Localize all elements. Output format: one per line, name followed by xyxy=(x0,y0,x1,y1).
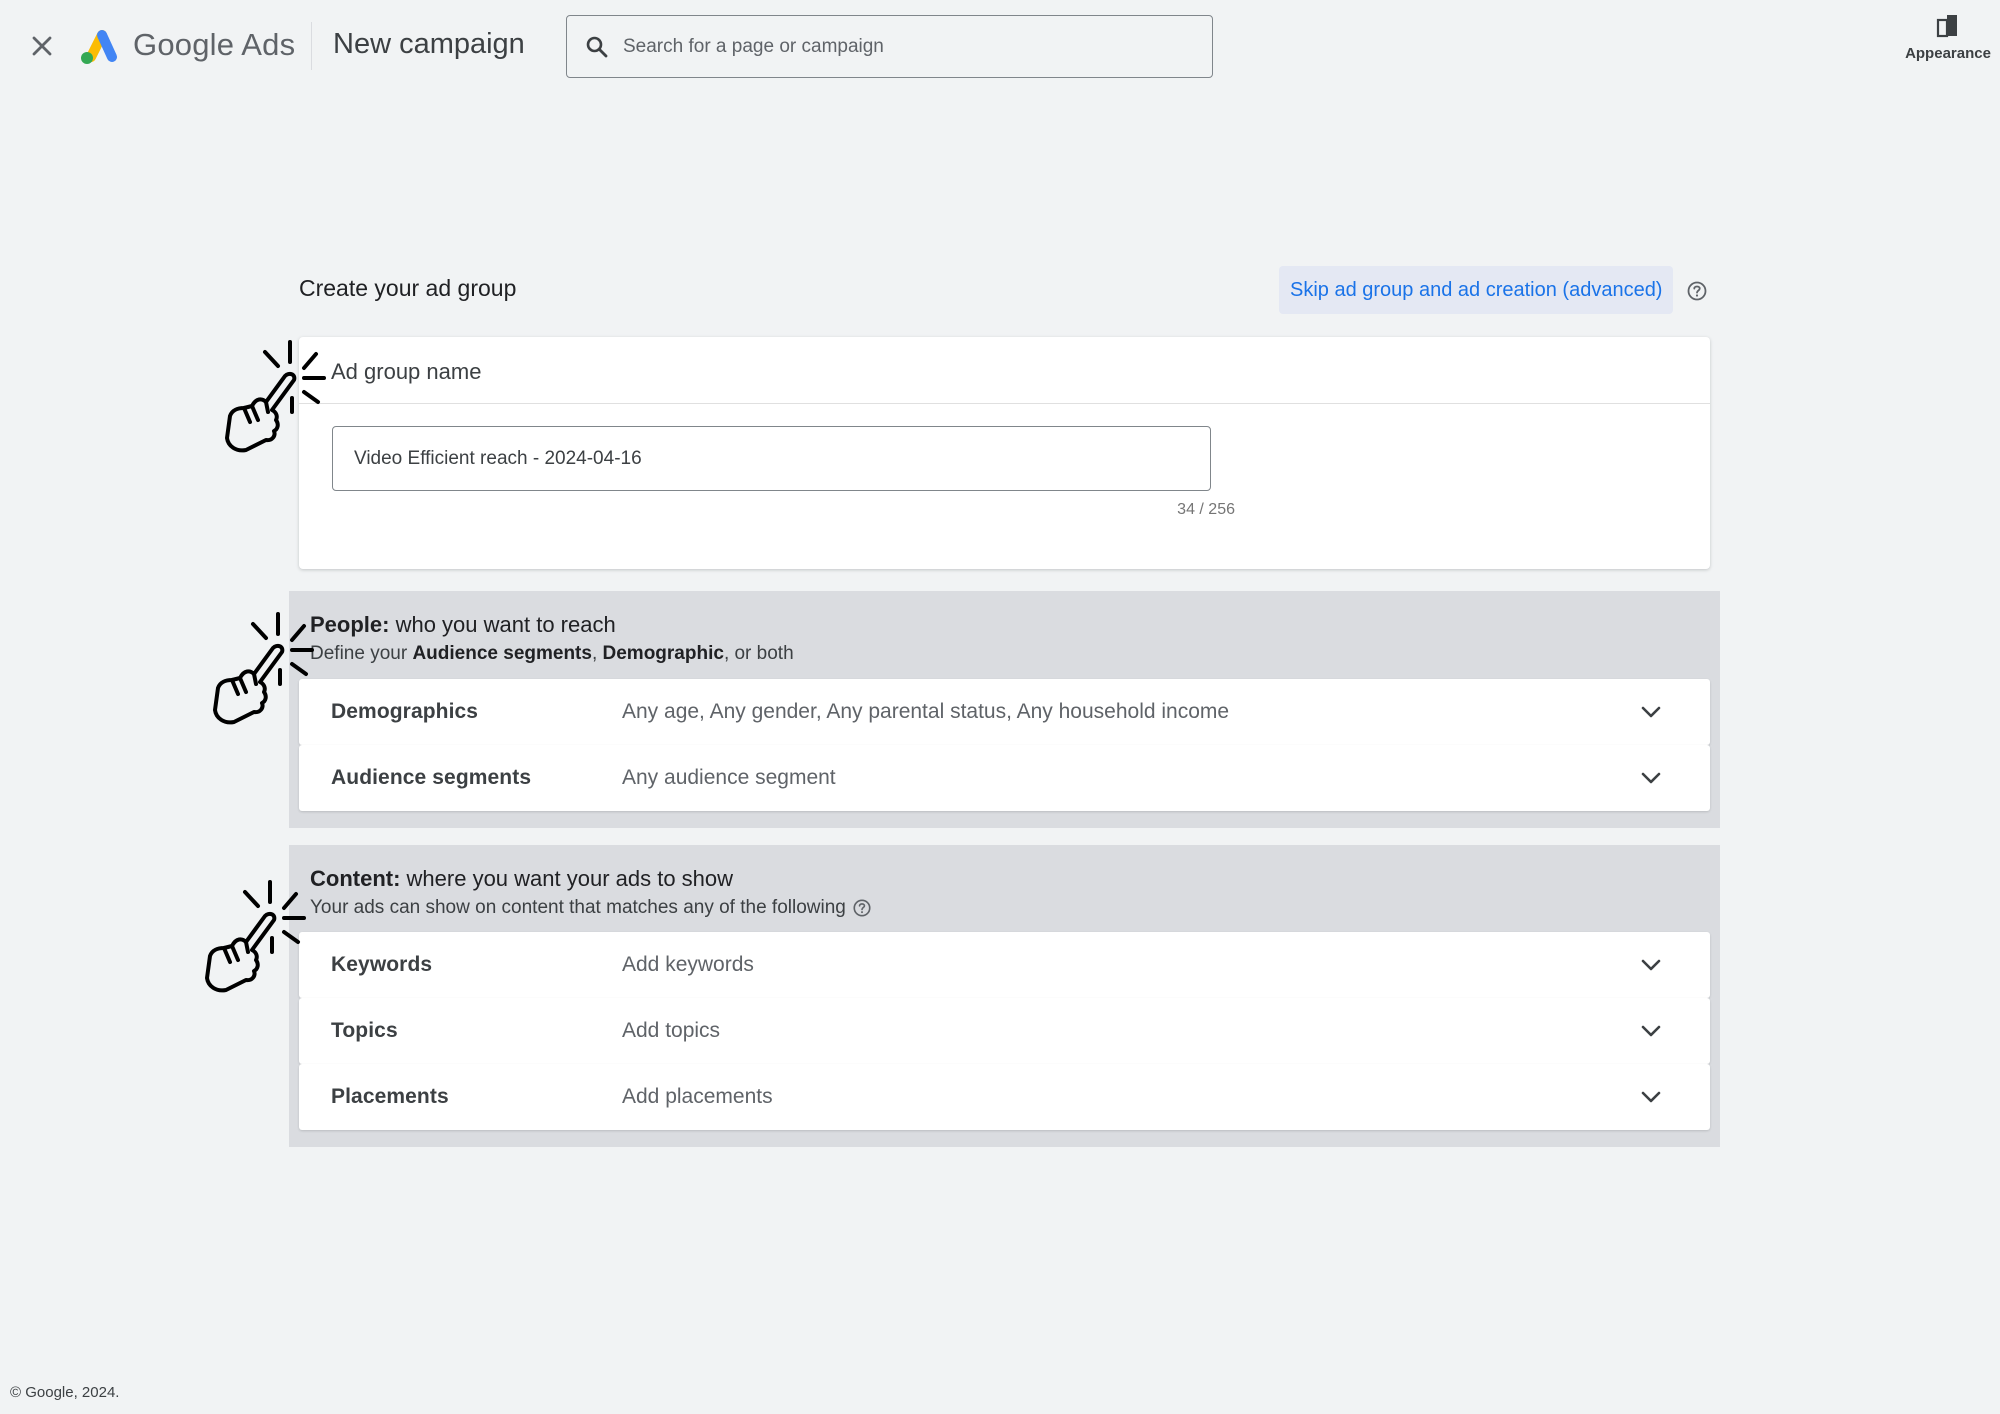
people-title-rest: who you want to reach xyxy=(389,612,616,637)
chevron-down-icon xyxy=(1641,706,1661,718)
help-icon[interactable] xyxy=(852,898,872,918)
keywords-row[interactable]: Keywords Add keywords xyxy=(299,932,1710,998)
content-title-rest: where you want your ads to show xyxy=(400,866,734,891)
char-counter: 34 / 256 xyxy=(1177,501,1235,518)
row-label: Topics xyxy=(331,1019,398,1042)
ad-group-name-title: Ad group name xyxy=(331,359,482,384)
chevron-down-icon xyxy=(1641,1091,1661,1103)
ad-group-name-input[interactable] xyxy=(332,426,1211,491)
row-value: Add keywords xyxy=(622,953,754,976)
row-label: Audience segments xyxy=(331,766,532,789)
people-sub-separator: , xyxy=(591,643,603,664)
people-section: People: who you want to reach Define you… xyxy=(289,591,1720,828)
header-divider xyxy=(311,22,312,70)
skip-ad-group-button[interactable]: Skip ad group and ad creation (advanced) xyxy=(1279,266,1674,314)
search-input[interactable] xyxy=(623,35,1183,58)
content-subtitle-text: Your ads can show on content that matche… xyxy=(310,897,846,918)
search-box[interactable] xyxy=(566,15,1213,78)
ad-group-name-card: Ad group name 34 / 256 xyxy=(299,337,1710,569)
close-icon xyxy=(32,36,52,56)
click-hand-icon xyxy=(205,880,306,993)
chevron-down-icon xyxy=(1641,1025,1661,1037)
copyright-footer: © Google, 2024. xyxy=(10,1384,120,1401)
people-sub-demographic: Demographic xyxy=(602,643,724,664)
click-hand-icon xyxy=(225,340,326,453)
people-sub-audience: Audience segments xyxy=(412,643,592,664)
row-label: Keywords xyxy=(331,953,433,976)
appearance-label: Appearance xyxy=(1905,45,1991,62)
content-title-bold: Content: xyxy=(310,866,401,891)
appearance-icon xyxy=(1936,15,1957,38)
google-ads-logo-icon xyxy=(81,30,117,64)
row-value: Any audience segment xyxy=(622,766,836,789)
click-hand-icon xyxy=(213,612,314,725)
appearance-button[interactable]: Appearance xyxy=(1900,12,1996,72)
row-value: Add topics xyxy=(622,1019,721,1042)
row-value: Add placements xyxy=(622,1085,773,1108)
placements-row[interactable]: Placements Add placements xyxy=(299,1064,1710,1130)
topics-row[interactable]: Topics Add topics xyxy=(299,998,1710,1064)
people-sub-suffix: , or both xyxy=(723,643,794,664)
chevron-down-icon xyxy=(1641,772,1661,784)
card-divider xyxy=(299,403,1710,404)
section-title: Create your ad group xyxy=(299,275,517,301)
row-label: Placements xyxy=(331,1085,449,1108)
people-subtitle: Define your Audience segments, Demograph… xyxy=(310,643,794,665)
brand-name: Google Ads xyxy=(133,27,296,62)
page-title: New campaign xyxy=(333,28,525,60)
people-title: People: who you want to reach xyxy=(310,612,616,638)
audience-segments-row[interactable]: Audience segments Any audience segment xyxy=(299,745,1710,811)
top-bar: Google Ads New campaign Appearance xyxy=(0,0,2000,95)
help-icon[interactable] xyxy=(1686,280,1708,302)
row-value: Any age, Any gender, Any parental status… xyxy=(622,700,1230,723)
row-label: Demographics xyxy=(331,700,479,723)
search-icon xyxy=(586,36,608,57)
content-subtitle: Your ads can show on content that matche… xyxy=(310,897,872,919)
content-section: Content: where you want your ads to show… xyxy=(289,845,1720,1147)
content-title: Content: where you want your ads to show xyxy=(310,866,733,892)
close-button[interactable] xyxy=(22,26,62,66)
chevron-down-icon xyxy=(1641,959,1661,971)
demographics-row[interactable]: Demographics Any age, Any gender, Any pa… xyxy=(299,679,1710,745)
